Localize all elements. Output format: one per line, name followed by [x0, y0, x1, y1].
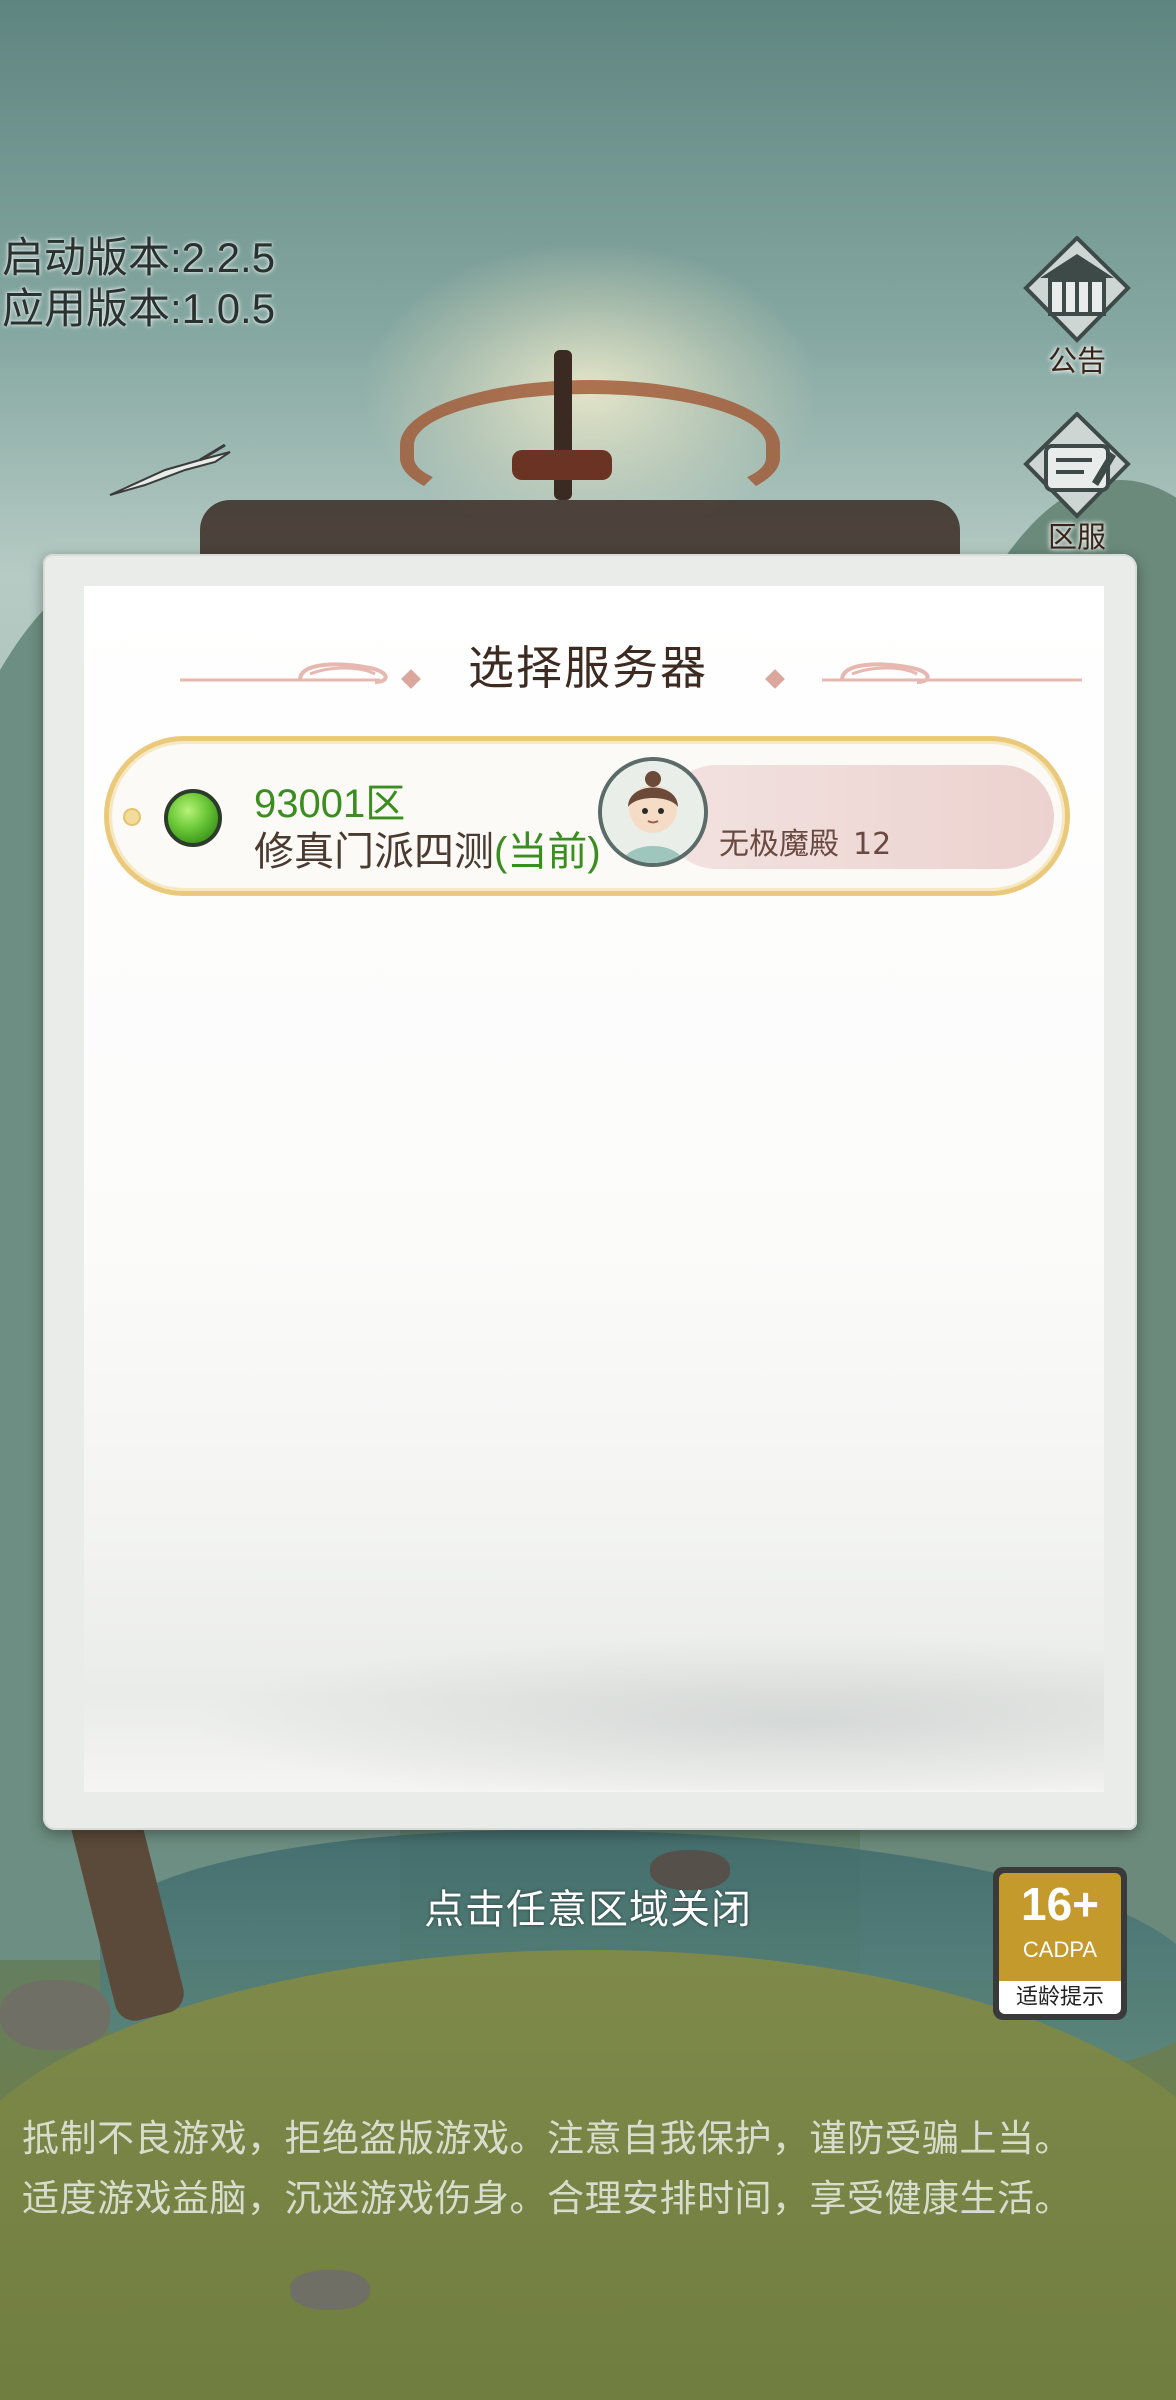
server-scroll-icon	[1022, 411, 1132, 522]
rock	[0, 1980, 110, 2050]
rock	[290, 2270, 370, 2310]
character-level: 12	[853, 827, 892, 862]
current-server-tag: (当前)	[494, 830, 599, 874]
notice-pavilion-icon	[1022, 235, 1132, 346]
launcher-version: 启动版本:2.2.5	[2, 234, 276, 281]
character-info: 无极魔殿 12	[719, 819, 891, 863]
server-button[interactable]: 区服	[1012, 411, 1142, 556]
age-rating-org: CADPA	[1022, 1937, 1098, 1962]
age-rating-number: 16+	[1020, 1878, 1100, 1930]
character-avatar	[598, 757, 708, 867]
character-name: 无极魔殿	[719, 827, 839, 862]
age-rating-badge[interactable]: 16+ CADPA 适龄提示	[993, 1867, 1127, 2020]
age-rating-gold: 16+ CADPA	[999, 1873, 1121, 1981]
server-row[interactable]: 93001区 修真门派四测(当前) 无极魔殿 12	[104, 736, 1070, 896]
logo-sword-guard	[512, 450, 612, 480]
health-notice-line: 适度游戏益脑，沉迷游戏伤身。合理安排时间，享受健康生活。	[22, 2177, 1072, 2220]
row-end-dot	[123, 808, 141, 826]
notice-button[interactable]: 公告	[1012, 235, 1142, 380]
health-notice-line: 抵制不良游戏，拒绝盗版游戏。注意自我保护，谨防受骗上当。	[22, 2117, 1072, 2160]
app-version: 应用版本:1.0.5	[2, 285, 276, 332]
age-rating-tip: 适龄提示	[999, 1981, 1121, 2014]
title-cloud-ornament-icon	[765, 662, 1082, 689]
server-status-icon	[164, 789, 222, 847]
server-name: 修真门派四测(当前)	[254, 830, 599, 874]
ink-wash-decoration	[84, 1620, 1104, 1790]
logo-dragon-icon	[400, 380, 780, 510]
